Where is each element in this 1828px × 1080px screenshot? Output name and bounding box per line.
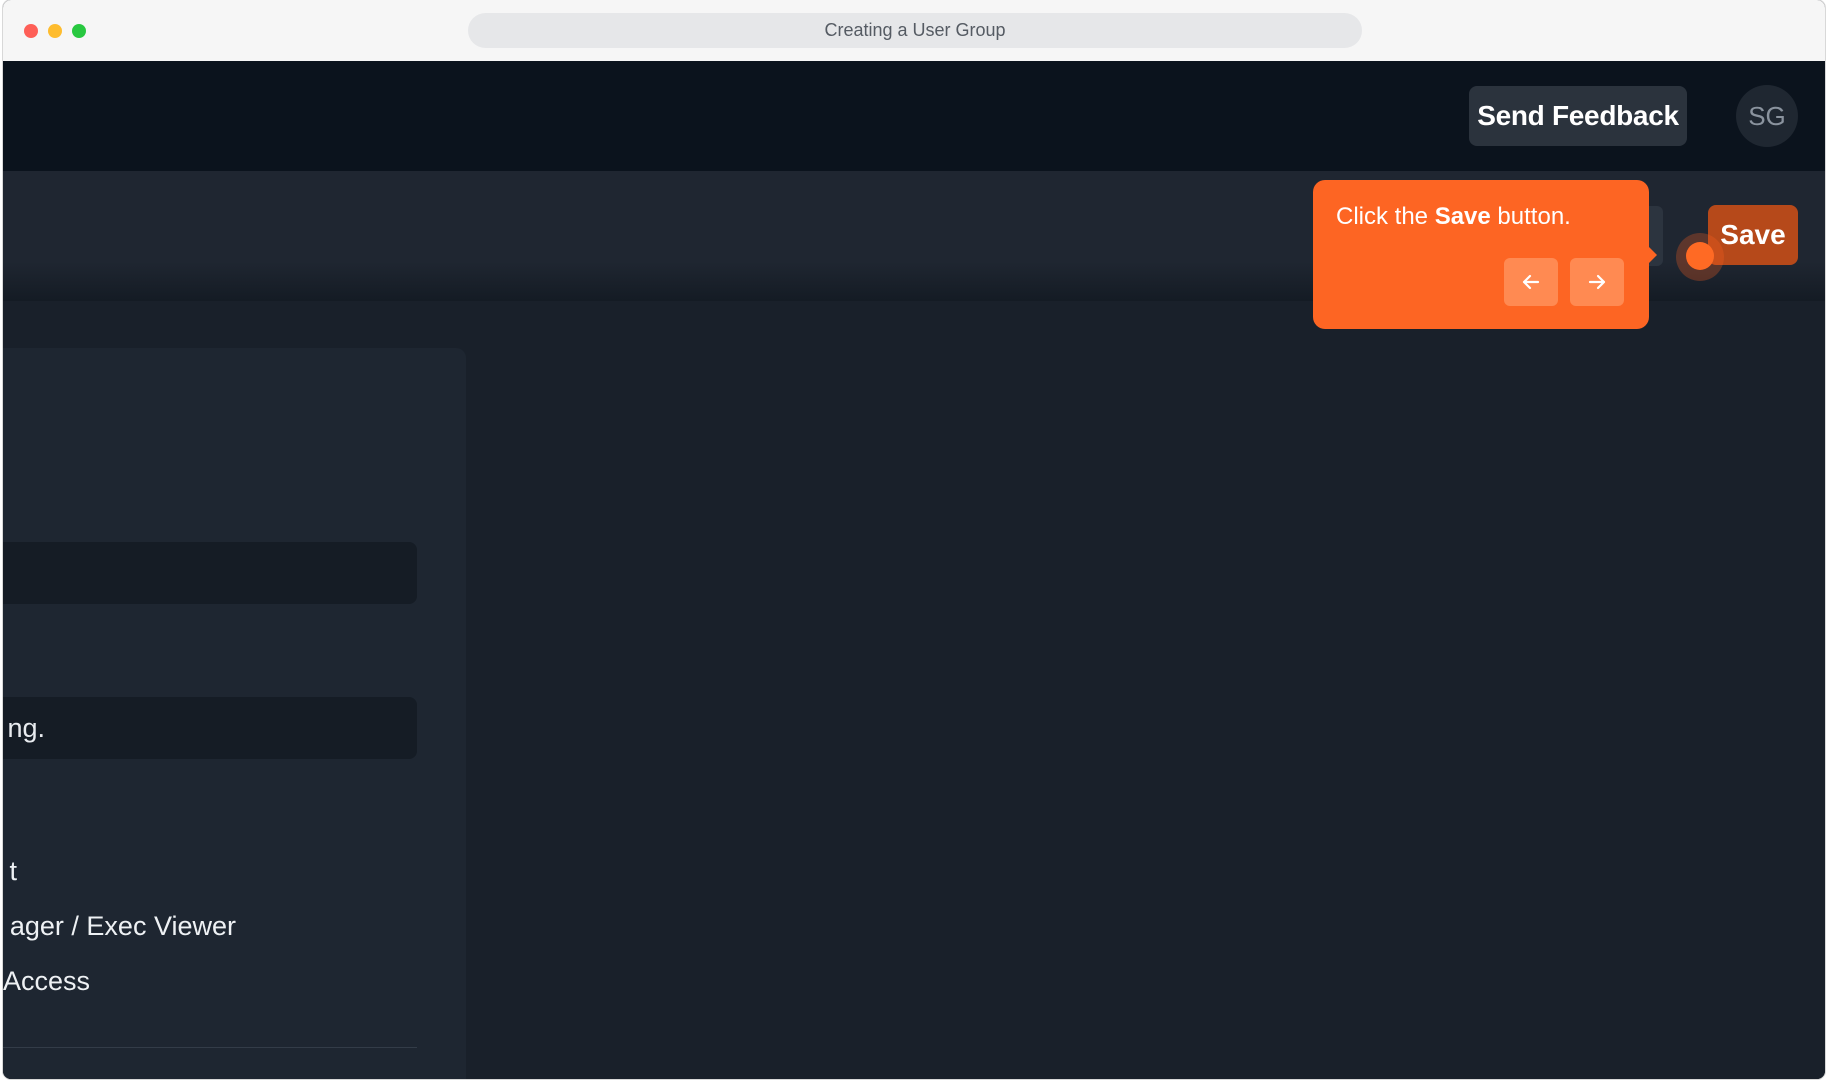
address-bar[interactable]: Creating a User Group	[468, 13, 1362, 48]
browser-window: Creating a User Group Send Feedback SG S…	[3, 0, 1825, 1079]
app-top-nav: Send Feedback SG	[3, 61, 1825, 171]
maximize-window-button[interactable]	[72, 24, 86, 38]
tooltip-pointer	[1648, 246, 1657, 264]
group-description-input[interactable]: ng.	[3, 697, 417, 759]
walkthrough-tooltip: Click the Save button.	[1313, 180, 1649, 329]
send-feedback-button[interactable]: Send Feedback	[1469, 86, 1687, 146]
tooltip-previous-button[interactable]	[1504, 258, 1558, 306]
arrow-left-icon	[1522, 274, 1540, 290]
tooltip-text-before: Click the	[1336, 203, 1435, 230]
group-name-input[interactable]	[3, 542, 417, 604]
user-group-form-card: ng. t ager / Exec Viewer Access	[3, 348, 466, 1079]
main-content: ng. t ager / Exec Viewer Access	[3, 301, 1825, 1079]
divider	[3, 1047, 417, 1048]
minimize-window-button[interactable]	[48, 24, 62, 38]
role-option-label: Access	[3, 966, 90, 996]
arrow-right-icon	[1588, 274, 1606, 290]
role-option-label: ager / Exec Viewer	[9, 911, 236, 941]
user-avatar[interactable]: SG	[1736, 85, 1798, 147]
tooltip-text-after: button.	[1490, 203, 1571, 230]
close-window-button[interactable]	[24, 24, 38, 38]
tooltip-instruction: Click the Save button.	[1336, 202, 1571, 232]
browser-titlebar: Creating a User Group	[3, 0, 1825, 62]
group-description-value: ng.	[7, 713, 45, 743]
tooltip-text-bold: Save	[1434, 203, 1491, 230]
hotspot-beacon[interactable]	[1686, 242, 1714, 270]
role-option-label: t	[9, 856, 17, 886]
tooltip-next-button[interactable]	[1570, 258, 1624, 306]
